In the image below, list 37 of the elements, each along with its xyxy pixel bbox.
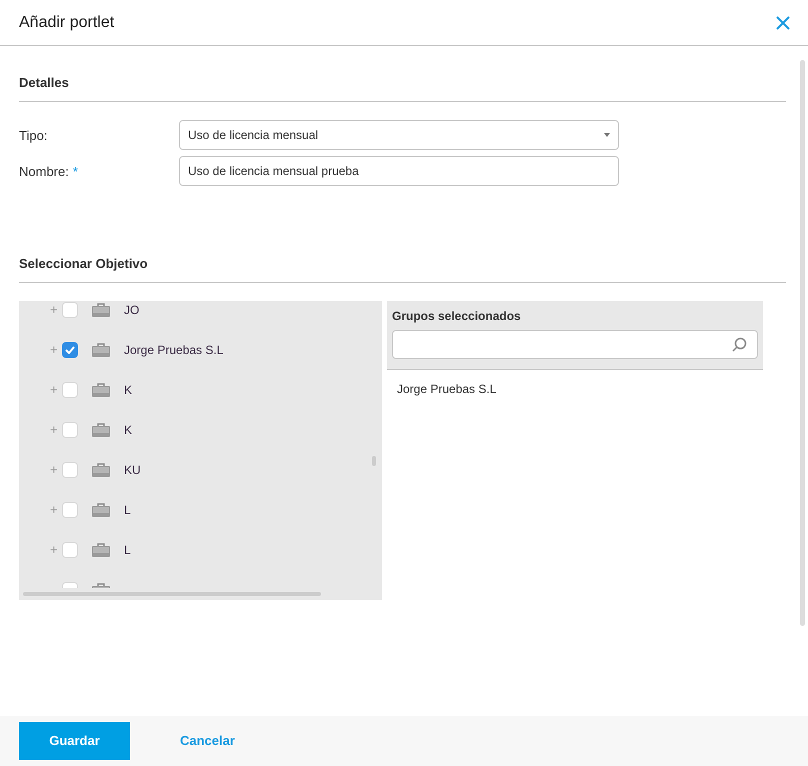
scrollbar-thumb[interactable] bbox=[800, 60, 805, 626]
briefcase-icon bbox=[92, 303, 110, 317]
name-input[interactable]: Uso de licencia mensual prueba bbox=[179, 156, 619, 186]
checkbox[interactable] bbox=[62, 542, 78, 558]
field-label: Tipo: bbox=[19, 127, 48, 145]
tree-item-label[interactable]: JO bbox=[124, 301, 140, 319]
checkbox[interactable] bbox=[62, 342, 78, 358]
checkbox[interactable] bbox=[62, 382, 78, 398]
close-icon[interactable] bbox=[776, 14, 792, 30]
search-field[interactable] bbox=[392, 330, 758, 359]
tree-item-label[interactable]: K bbox=[124, 381, 132, 399]
tree-item-label[interactable]: L bbox=[124, 541, 131, 559]
section-heading: Detalles bbox=[19, 75, 69, 90]
field-label: Nombre: bbox=[19, 163, 69, 181]
tree-item-label[interactable]: L bbox=[124, 501, 131, 519]
briefcase-icon bbox=[92, 343, 110, 357]
checkbox[interactable] bbox=[62, 502, 78, 518]
section-heading: Seleccionar Objetivo bbox=[19, 256, 148, 271]
briefcase-icon bbox=[92, 423, 110, 437]
dialog-title: Añadir portlet bbox=[19, 12, 114, 32]
briefcase-icon bbox=[92, 503, 110, 517]
checkbox[interactable] bbox=[62, 422, 78, 438]
check-icon bbox=[65, 346, 75, 354]
briefcase-icon bbox=[92, 463, 110, 477]
selected-group: Jorge Pruebas S.L bbox=[397, 380, 763, 398]
briefcase-icon bbox=[92, 383, 110, 397]
tree-item-label[interactable]: Jorge Pruebas S.L bbox=[124, 341, 224, 359]
tree-item-label[interactable]: KU bbox=[124, 461, 141, 479]
checkbox[interactable] bbox=[62, 302, 78, 318]
search-icon bbox=[732, 337, 747, 352]
briefcase-icon bbox=[92, 543, 110, 557]
checkbox[interactable] bbox=[62, 462, 78, 478]
panel-heading: Grupos seleccionados bbox=[392, 308, 522, 325]
type-dropdown[interactable]: Uso de licencia mensual bbox=[179, 120, 619, 150]
required-mark: * bbox=[72, 163, 78, 181]
tree-item-label[interactable]: K bbox=[124, 421, 132, 439]
caret-icon bbox=[604, 133, 610, 137]
